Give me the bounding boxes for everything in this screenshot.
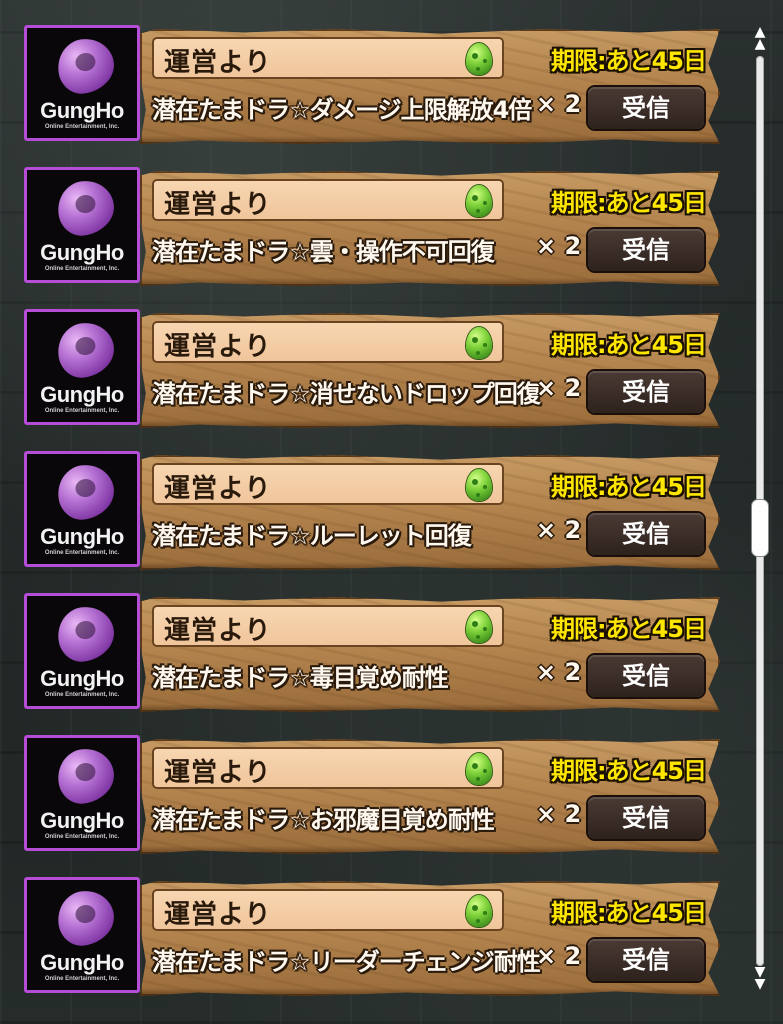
deadline-label: 期限:あと45日 <box>551 615 707 643</box>
mail-item: GungHo Online Entertainment, Inc. 運営より 期… <box>0 852 740 996</box>
egg-icon <box>466 753 492 785</box>
gungho-logo-mark <box>54 319 118 381</box>
mail-item: GungHo Online Entertainment, Inc. 運営より 期… <box>0 710 740 854</box>
logo-subtitle: Online Entertainment, Inc. <box>44 692 120 698</box>
egg-icon <box>466 43 492 75</box>
sender-field: 運営より <box>152 179 504 221</box>
gungho-logo-mark <box>54 887 118 949</box>
mail-item: GungHo Online Entertainment, Inc. 運営より 期… <box>0 426 740 570</box>
sender-name: 運営より <box>164 474 272 504</box>
sender-name: 運営より <box>164 616 272 646</box>
sender-name: 運営より <box>164 900 272 930</box>
logo-text: GungHo <box>40 240 124 265</box>
logo-subtitle: Online Entertainment, Inc. <box>44 266 120 272</box>
sender-field: 運営より <box>152 321 504 363</box>
item-name: 潜在たまドラ☆お邪魔目覚め耐性 <box>152 806 495 834</box>
logo-subtitle: Online Entertainment, Inc. <box>44 550 120 556</box>
egg-icon <box>466 611 492 643</box>
receive-button[interactable]: 受信 <box>588 939 704 981</box>
mail-item: GungHo Online Entertainment, Inc. 運営より 期… <box>0 568 740 712</box>
item-quantity: × 2 <box>536 90 582 118</box>
gungho-logo-mark <box>54 35 118 97</box>
sender-logo: GungHo Online Entertainment, Inc. <box>24 877 140 993</box>
sender-name: 運営より <box>164 758 272 788</box>
scroll-thumb[interactable] <box>752 500 768 556</box>
sender-field: 運営より <box>152 605 504 647</box>
item-quantity: × 2 <box>536 658 582 686</box>
item-name: 潜在たまドラ☆リーダーチェンジ耐性 <box>152 948 541 976</box>
gungho-logo-mark <box>54 461 118 523</box>
receive-button[interactable]: 受信 <box>588 797 704 839</box>
mail-item: GungHo Online Entertainment, Inc. 運営より 期… <box>0 0 740 144</box>
item-name: 潜在たまドラ☆ルーレット回復 <box>152 522 472 550</box>
logo-subtitle: Online Entertainment, Inc. <box>44 408 120 414</box>
egg-icon <box>466 895 492 927</box>
logo-subtitle: Online Entertainment, Inc. <box>44 124 120 130</box>
sender-field: 運営より <box>152 463 504 505</box>
sender-name: 運営より <box>164 48 272 78</box>
receive-button[interactable]: 受信 <box>588 87 704 129</box>
scrollbar[interactable]: ▲ ▲ ▼ ▼ <box>744 20 774 1000</box>
logo-subtitle: Online Entertainment, Inc. <box>44 976 120 982</box>
sender-logo: GungHo Online Entertainment, Inc. <box>24 25 140 141</box>
egg-icon <box>466 327 492 359</box>
deadline-label: 期限:あと45日 <box>551 757 707 785</box>
deadline-label: 期限:あと45日 <box>551 189 707 217</box>
mail-item: GungHo Online Entertainment, Inc. 運営より 期… <box>0 284 740 428</box>
mail-item: GungHo Online Entertainment, Inc. 運営より 期… <box>0 142 740 286</box>
item-quantity: × 2 <box>536 516 582 544</box>
logo-text: GungHo <box>40 950 124 975</box>
logo-text: GungHo <box>40 524 124 549</box>
logo-text: GungHo <box>40 98 124 123</box>
item-quantity: × 2 <box>536 374 582 402</box>
egg-icon <box>466 185 492 217</box>
sender-field: 運営より <box>152 37 504 79</box>
item-quantity: × 2 <box>536 942 582 970</box>
receive-button[interactable]: 受信 <box>588 229 704 271</box>
item-quantity: × 2 <box>536 800 582 828</box>
logo-text: GungHo <box>40 382 124 407</box>
scroll-up-arrow-icon[interactable]: ▲ ▲ <box>748 25 772 51</box>
deadline-label: 期限:あと45日 <box>551 47 707 75</box>
item-name: 潜在たまドラ☆毒目覚め耐性 <box>152 664 449 692</box>
sender-logo: GungHo Online Entertainment, Inc. <box>24 451 140 567</box>
deadline-label: 期限:あと45日 <box>551 473 707 501</box>
deadline-label: 期限:あと45日 <box>551 331 707 359</box>
egg-icon <box>466 469 492 501</box>
item-quantity: × 2 <box>536 232 582 260</box>
item-name: 潜在たまドラ☆雲・操作不可回復 <box>152 238 495 266</box>
receive-button[interactable]: 受信 <box>588 513 704 555</box>
logo-text: GungHo <box>40 808 124 833</box>
gungho-logo-mark <box>54 177 118 239</box>
sender-logo: GungHo Online Entertainment, Inc. <box>24 593 140 709</box>
sender-field: 運営より <box>152 747 504 789</box>
logo-subtitle: Online Entertainment, Inc. <box>44 834 120 840</box>
deadline-label: 期限:あと45日 <box>551 899 707 927</box>
sender-name: 運営より <box>164 190 272 220</box>
receive-button[interactable]: 受信 <box>588 655 704 697</box>
item-name: 潜在たまドラ☆ダメージ上限解放4倍 <box>152 96 532 124</box>
sender-logo: GungHo Online Entertainment, Inc. <box>24 735 140 851</box>
sender-name: 運営より <box>164 332 272 362</box>
gungho-logo-mark <box>54 745 118 807</box>
sender-logo: GungHo Online Entertainment, Inc. <box>24 309 140 425</box>
sender-field: 運営より <box>152 889 504 931</box>
scroll-down-arrow-icon[interactable]: ▼ ▼ <box>748 965 772 991</box>
receive-button[interactable]: 受信 <box>588 371 704 413</box>
gungho-logo-mark <box>54 603 118 665</box>
item-name: 潜在たまドラ☆消せないドロップ回復 <box>152 380 541 408</box>
sender-logo: GungHo Online Entertainment, Inc. <box>24 167 140 283</box>
mail-list: GungHo Online Entertainment, Inc. 運営より 期… <box>0 0 783 1024</box>
logo-text: GungHo <box>40 666 124 691</box>
